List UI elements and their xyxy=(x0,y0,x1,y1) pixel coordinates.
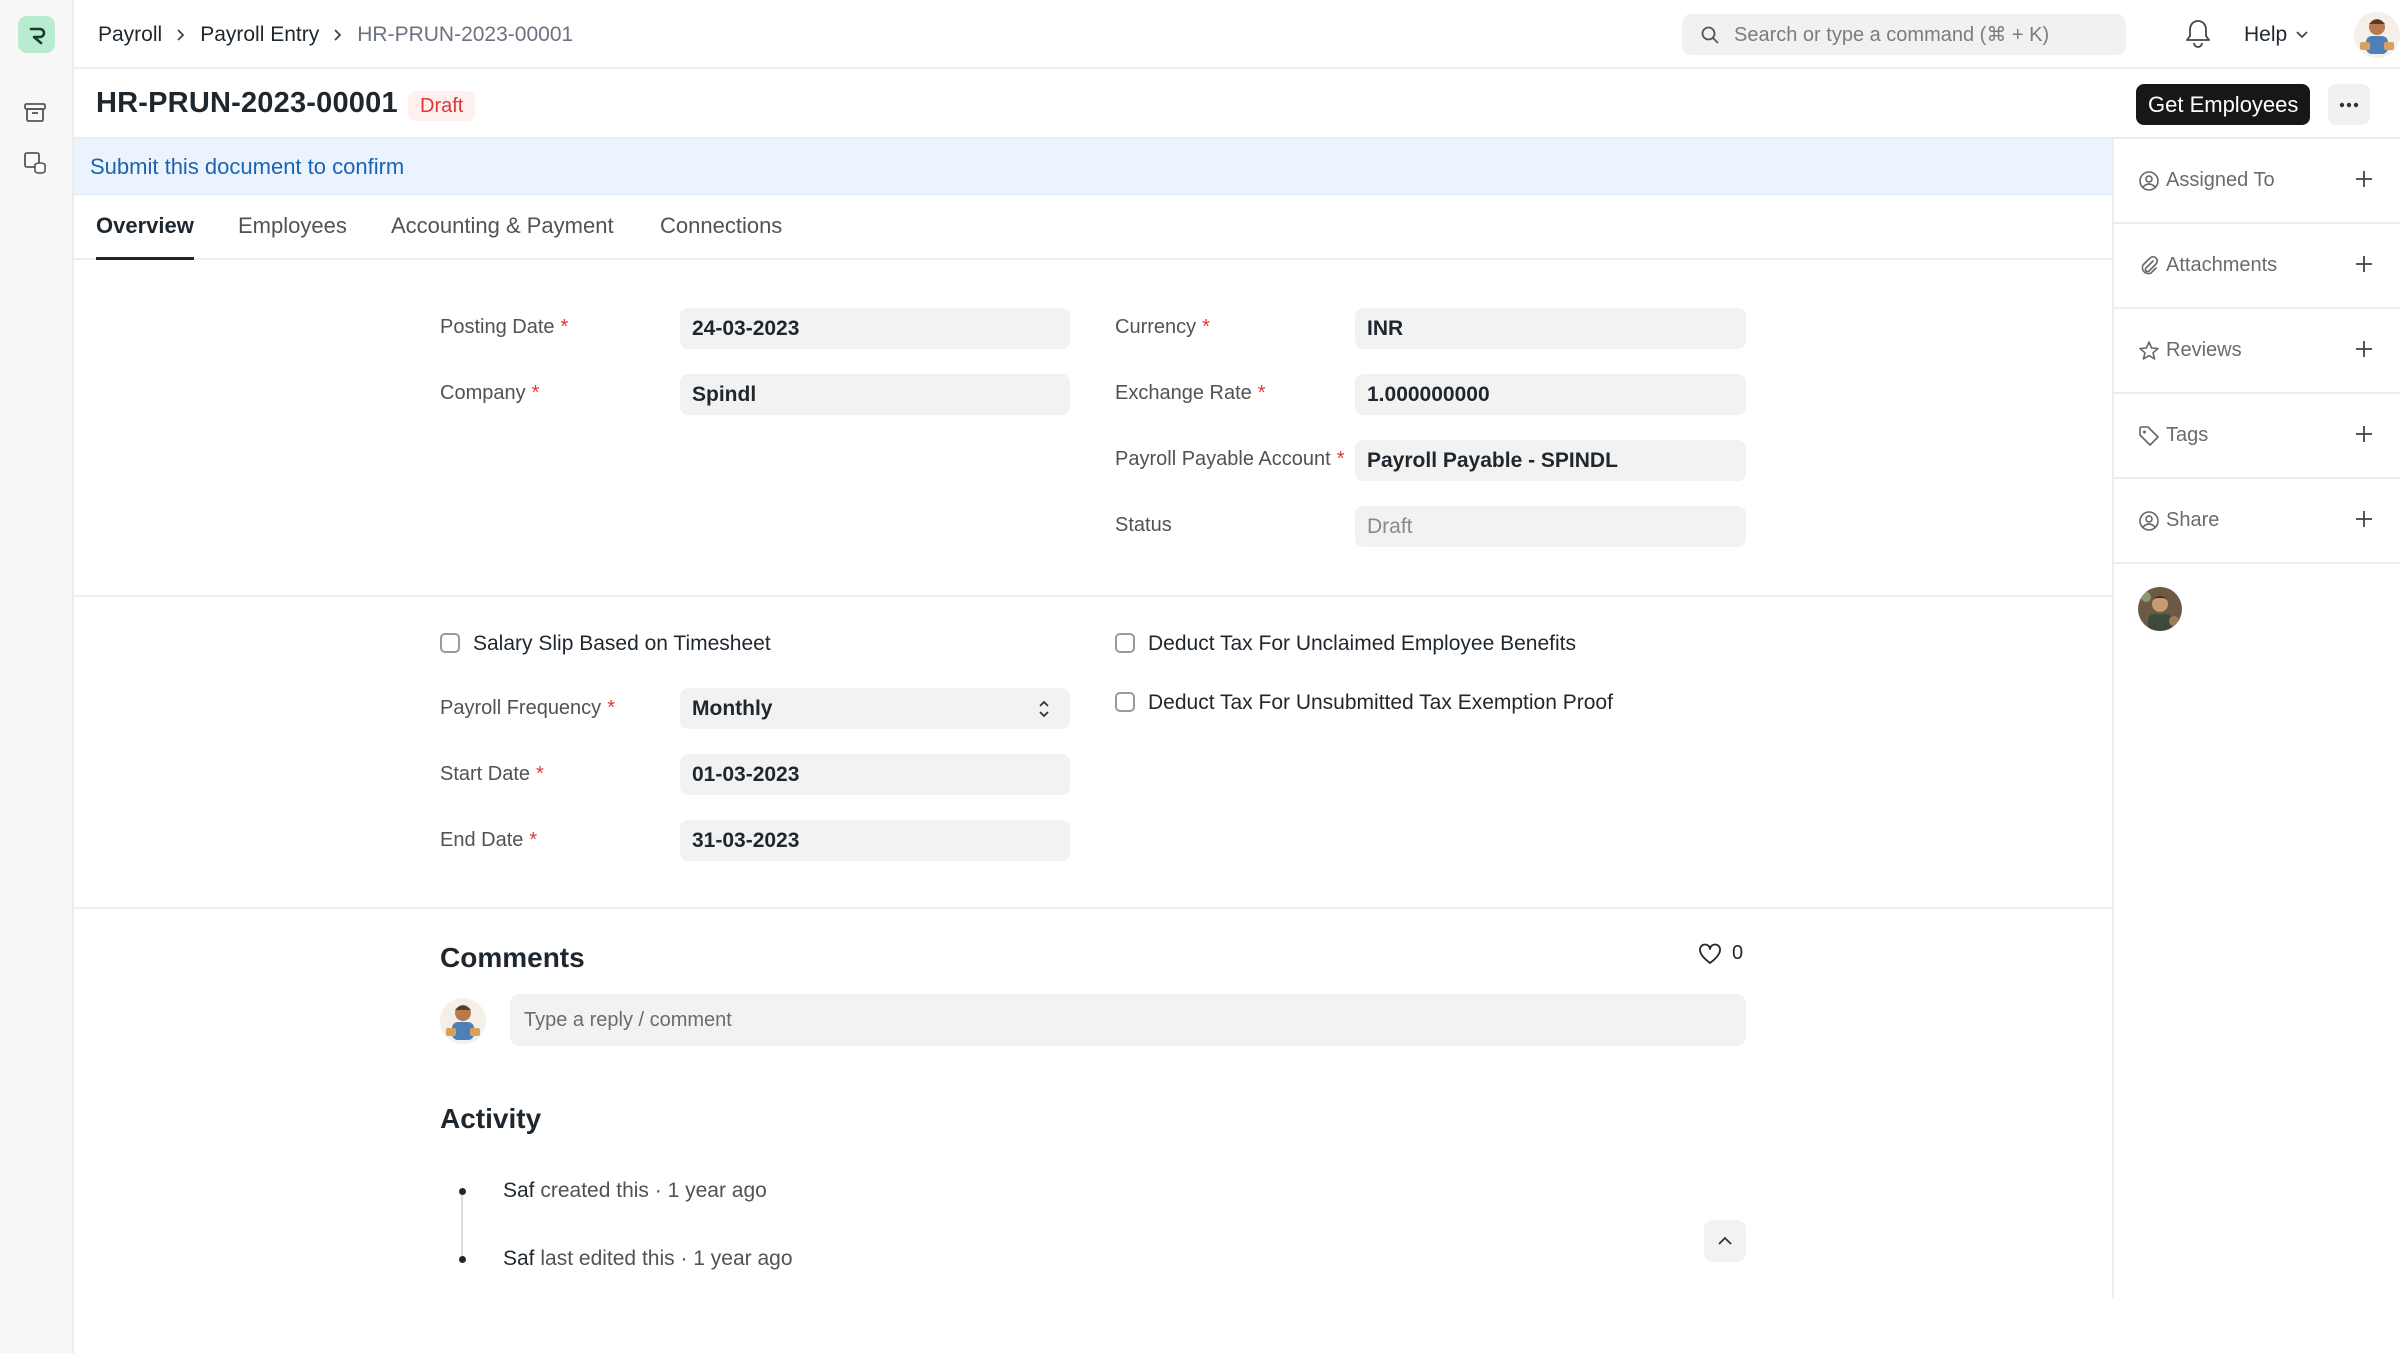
company-field[interactable]: Spindl xyxy=(680,374,1070,415)
like-count: 0 xyxy=(1732,942,1744,964)
activity-timeline xyxy=(461,1190,463,1256)
currency-field[interactable]: INR xyxy=(1355,308,1746,349)
app-logo[interactable] xyxy=(18,16,55,53)
activity-user[interactable]: Saf xyxy=(503,1179,535,1202)
chevron-up-icon xyxy=(1718,1236,1732,1245)
payroll-frequency-select[interactable]: Monthly xyxy=(680,688,1070,729)
section-divider xyxy=(74,595,2112,597)
comment-input[interactable]: Type a reply / comment xyxy=(510,994,1746,1046)
breadcrumb-payroll-entry[interactable]: Payroll Entry xyxy=(200,23,319,47)
top-navbar: Payroll Payroll Entry HR-PRUN-2023-00001… xyxy=(74,0,2400,69)
page-title: HR-PRUN-2023-00001 xyxy=(96,87,398,119)
star-icon xyxy=(2138,340,2160,362)
breadcrumb: Payroll Payroll Entry HR-PRUN-2023-00001 xyxy=(98,0,573,69)
activity-dot xyxy=(459,1256,466,1263)
search-input[interactable]: Search or type a command (⌘ + K) xyxy=(1682,14,2126,55)
activity-item: Saf created this · 1 year ago xyxy=(503,1179,767,1202)
payroll-payable-account-field[interactable]: Payroll Payable - SPINDL xyxy=(1355,440,1746,481)
form-tabs: Overview Employees Accounting & Payment … xyxy=(74,195,2112,260)
deduct-unclaimed-checkbox[interactable] xyxy=(1115,633,1135,653)
section-divider xyxy=(74,907,2112,909)
comments-heading: Comments xyxy=(440,942,585,973)
get-employees-button[interactable]: Get Employees xyxy=(2136,84,2311,125)
form-sidebar: Assigned To Attachments Reviews Tags Sha… xyxy=(2112,139,2400,1299)
payroll-frequency-value: Monthly xyxy=(692,696,773,720)
posting-date-label: Posting Date * xyxy=(440,316,569,338)
start-date-label: Start Date * xyxy=(440,763,544,785)
chevron-down-icon xyxy=(2295,30,2309,40)
plus-icon[interactable] xyxy=(2354,254,2374,280)
sidebar-item-label: Reviews xyxy=(2166,339,2242,361)
document-header: HR-PRUN-2023-00001 Draft Get Employees xyxy=(74,69,2400,139)
plus-icon[interactable] xyxy=(2354,509,2374,535)
exchange-rate-label: Exchange Rate * xyxy=(1115,382,1266,404)
exchange-rate-field[interactable]: 1.000000000 xyxy=(1355,374,1746,415)
tab-overview[interactable]: Overview xyxy=(96,213,194,260)
posting-date-field[interactable]: 24-03-2023 xyxy=(680,308,1070,349)
sidebar-item-label: Share xyxy=(2166,509,2220,531)
activity-item: Saf last edited this · 1 year ago xyxy=(503,1247,793,1270)
search-icon xyxy=(1700,25,1720,45)
activity-user[interactable]: Saf xyxy=(503,1247,535,1270)
share-icon xyxy=(2138,510,2160,532)
heart-icon xyxy=(1698,943,1722,965)
help-label: Help xyxy=(2244,22,2288,46)
notification-bell-icon[interactable] xyxy=(2184,18,2212,53)
company-label: Company * xyxy=(440,382,540,404)
paperclip-icon xyxy=(2138,255,2160,277)
end-date-field[interactable]: 31-03-2023 xyxy=(680,820,1070,861)
more-actions-button[interactable] xyxy=(2328,84,2370,125)
sidebar-item-label: Assigned To xyxy=(2166,169,2275,191)
payroll-payable-account-label: Payroll Payable Account * xyxy=(1115,448,1345,470)
logo-icon xyxy=(29,27,45,44)
tag-icon xyxy=(2138,425,2160,447)
plus-icon[interactable] xyxy=(2354,169,2374,195)
ellipsis-icon xyxy=(2339,102,2359,107)
activity-heading: Activity xyxy=(440,1103,542,1134)
submit-banner: Submit this document to confirm xyxy=(74,139,2112,195)
start-date-field[interactable]: 01-03-2023 xyxy=(680,754,1070,795)
module-box-icon[interactable] xyxy=(20,97,50,127)
viewer-avatar[interactable] xyxy=(2138,587,2182,631)
payroll-frequency-label: Payroll Frequency * xyxy=(440,697,615,719)
status-field: Draft xyxy=(1355,506,1746,547)
assign-icon xyxy=(2138,170,2160,192)
left-rail xyxy=(0,0,74,1353)
activity-dot xyxy=(459,1188,466,1195)
salary-slip-timesheet-checkbox[interactable] xyxy=(440,633,460,653)
comment-placeholder: Type a reply / comment xyxy=(524,1008,732,1031)
tab-connections[interactable]: Connections xyxy=(660,213,782,260)
salary-slip-timesheet-label: Salary Slip Based on Timesheet xyxy=(473,632,771,655)
sidebar-item-attachments[interactable]: Attachments xyxy=(2114,224,2400,309)
sidebar-item-share[interactable]: Share xyxy=(2114,479,2400,564)
select-arrows-icon xyxy=(1038,698,1050,726)
status-label: Status xyxy=(1115,514,1172,536)
scroll-to-top-button[interactable] xyxy=(1704,1220,1746,1262)
chevron-right-icon xyxy=(176,28,186,42)
like-button[interactable]: 0 xyxy=(1698,942,1743,965)
commenter-avatar xyxy=(440,998,486,1044)
plus-icon[interactable] xyxy=(2354,424,2374,450)
search-placeholder: Search or type a command (⌘ + K) xyxy=(1734,24,2050,46)
plus-icon[interactable] xyxy=(2354,339,2374,365)
help-dropdown[interactable]: Help xyxy=(2244,0,2309,69)
breadcrumb-payroll[interactable]: Payroll xyxy=(98,23,162,47)
tab-accounting-payment[interactable]: Accounting & Payment xyxy=(391,213,614,260)
deduct-unsubmitted-checkbox[interactable] xyxy=(1115,692,1135,712)
end-date-label: End Date * xyxy=(440,829,538,851)
breadcrumb-current[interactable]: HR-PRUN-2023-00001 xyxy=(357,23,573,47)
sidebar-item-label: Tags xyxy=(2166,424,2209,446)
module-database-icon[interactable] xyxy=(20,148,50,178)
sidebar-item-assigned-to[interactable]: Assigned To xyxy=(2114,139,2400,224)
currency-label: Currency * xyxy=(1115,316,1210,338)
chevron-right-icon xyxy=(333,28,343,42)
status-badge: Draft xyxy=(408,91,476,121)
sidebar-item-label: Attachments xyxy=(2166,254,2278,276)
sidebar-item-reviews[interactable]: Reviews xyxy=(2114,309,2400,394)
sidebar-item-tags[interactable]: Tags xyxy=(2114,394,2400,479)
user-avatar[interactable] xyxy=(2354,12,2400,58)
deduct-unsubmitted-label: Deduct Tax For Unsubmitted Tax Exemption… xyxy=(1148,691,1613,714)
deduct-unclaimed-label: Deduct Tax For Unclaimed Employee Benefi… xyxy=(1148,632,1576,655)
tab-employees[interactable]: Employees xyxy=(238,213,347,260)
